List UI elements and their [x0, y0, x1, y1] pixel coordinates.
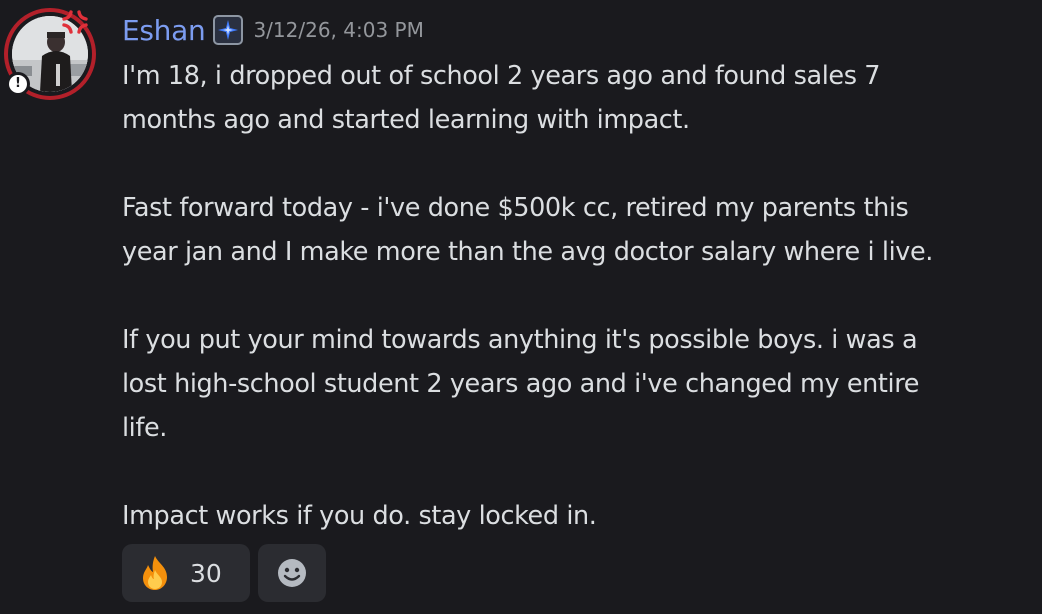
message-paragraph: I'm 18, i dropped out of school 2 years … [122, 61, 881, 135]
smiley-add-reaction-icon [278, 559, 306, 587]
reaction-fire[interactable]: 30 [122, 544, 250, 602]
message-paragraph: If you put your mind towards anything it… [122, 325, 920, 443]
timestamp: 3/12/26, 4:03 PM [253, 18, 424, 42]
message-paragraph: Impact works if you do. stay locked in. [122, 501, 597, 531]
message-content: I'm 18, i dropped out of school 2 years … [122, 54, 1022, 538]
status-indicator: ! [6, 72, 30, 96]
username[interactable]: Eshan [122, 14, 206, 47]
sparkle-badge-icon[interactable] [213, 15, 244, 45]
reaction-count: 30 [190, 558, 222, 588]
add-reaction-button[interactable] [258, 544, 326, 602]
message-paragraph: Fast forward today - i've done $500k cc,… [122, 193, 933, 267]
avatar-container[interactable]: ! [4, 8, 96, 100]
status-exclamation-icon: ! [9, 75, 27, 93]
reactions-bar: 30 [122, 544, 326, 602]
chat-message: ! Eshan 3/12/26, 4:03 PM I'm 18, i dropp… [0, 0, 1042, 614]
message-header: Eshan 3/12/26, 4:03 PM [122, 12, 424, 48]
fire-icon [143, 556, 167, 590]
anger-symbol-icon [62, 10, 88, 34]
